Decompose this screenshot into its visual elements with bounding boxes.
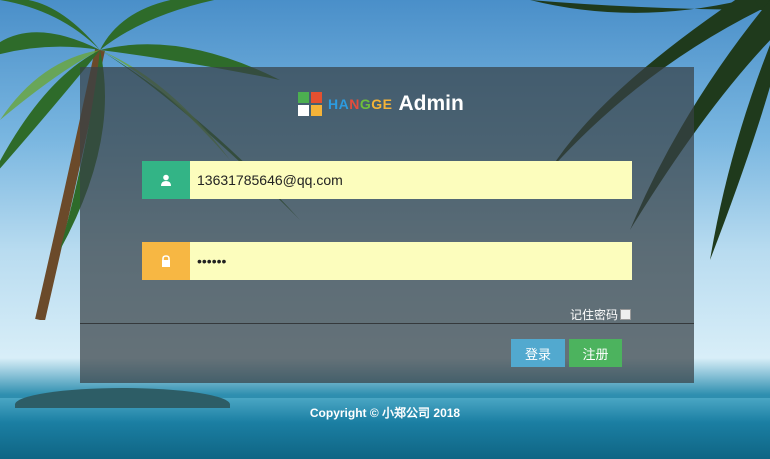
- lock-icon: [142, 242, 190, 280]
- brand-letter: A: [338, 96, 350, 112]
- brand-name: HANGGE: [328, 96, 393, 112]
- logo-square: [298, 105, 309, 116]
- brand-letter: H: [328, 96, 339, 112]
- brand-letter: G: [371, 96, 383, 112]
- logo-icon: [298, 92, 322, 116]
- username-input[interactable]: [190, 161, 632, 199]
- remember-password-checkbox[interactable]: [620, 309, 632, 320]
- brand-header: HANGGE Admin: [298, 92, 464, 116]
- divider: [80, 323, 694, 324]
- copyright-text: Copyright © 小郑公司 2018: [309, 406, 461, 420]
- brand-letter: E: [382, 96, 393, 112]
- logo-square: [298, 92, 309, 103]
- password-field: [142, 242, 632, 280]
- user-icon: [142, 161, 190, 199]
- brand-letter: G: [359, 96, 372, 112]
- login-button[interactable]: 登录: [511, 339, 565, 367]
- remember-password-label: 记住密码: [570, 308, 619, 322]
- register-button[interactable]: 注册: [569, 339, 622, 367]
- password-input[interactable]: [190, 242, 632, 280]
- logo-square: [311, 105, 322, 116]
- username-field: [142, 161, 632, 199]
- remember-password[interactable]: 记住密码: [570, 306, 632, 323]
- brand-letter: N: [349, 96, 360, 112]
- brand-admin-text: Admin: [398, 92, 464, 115]
- logo-square: [311, 92, 322, 103]
